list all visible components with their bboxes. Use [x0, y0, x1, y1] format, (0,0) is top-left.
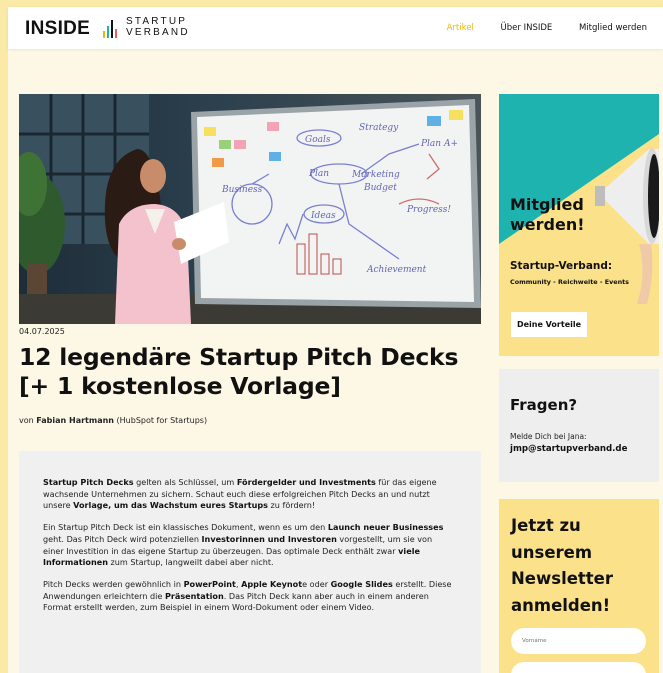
lastname-input[interactable] — [511, 662, 646, 673]
svg-text:Business: Business — [221, 185, 263, 195]
svg-text:Plan: Plan — [308, 169, 329, 179]
svg-text:Ideas: Ideas — [310, 211, 336, 221]
contact-text: Melde Dich bei Jana: jmp@startupverband.… — [510, 431, 627, 455]
logo-inside[interactable]: INSIDE — [25, 18, 90, 40]
logo-line2: VERBAND — [126, 27, 190, 38]
contact-email-link[interactable]: jmp@startupverband.de — [510, 443, 627, 455]
paragraph-text: Pitch Decks werden gewöhnlich in — [43, 578, 184, 589]
nav-ueber-inside[interactable]: Über INSIDE — [501, 23, 553, 33]
paragraph-text: Ein Startup Pitch Deck ist ein klassisch… — [43, 522, 328, 533]
logo-bars-icon — [103, 18, 119, 38]
article-title: 12 legendäre Startup Pitch Decks [+ 1 ko… — [19, 343, 459, 400]
bold-text: Launch neuer Businesses — [327, 522, 444, 533]
benefits-button[interactable]: Deine Vorteile — [511, 312, 587, 337]
svg-text:Progress!: Progress! — [406, 205, 451, 215]
logo-line1: STARTUP — [126, 16, 188, 27]
svg-text:Marketing: Marketing — [351, 170, 400, 180]
svg-text:Strategy: Strategy — [359, 123, 399, 133]
hero-image: Strategy Plan A+ Marketing Goals Plan Id… — [19, 94, 481, 324]
bold-text: Präsentation — [164, 590, 224, 601]
author-org: (HubSpot for Startups) — [113, 416, 208, 425]
bold-text: Investorinnen und Investoren — [201, 533, 337, 544]
bold-text: Apple Keynot — [241, 578, 303, 589]
article-byline: von Fabian Hartmann (HubSpot for Startup… — [19, 416, 207, 425]
paragraph-text: gelten als Schlüssel, um — [133, 477, 237, 487]
membership-tags: Community - Reichweite - Events — [510, 278, 629, 286]
paragraph-text: geht. Das Pitch Deck wird potenziellen — [43, 533, 202, 544]
article-paragraph: Ein Startup Pitch Deck ist ein klassisch… — [43, 522, 453, 569]
paragraph-text: zum Startup, langweilt dabei aber nicht. — [107, 557, 274, 568]
paragraph-text: zu fördern! — [267, 500, 316, 511]
nav-mitglied-werden[interactable]: Mitglied werden — [579, 23, 647, 33]
bold-text: Startup Pitch Decks — [43, 477, 134, 487]
bold-text: PowerPoint — [183, 578, 236, 589]
membership-banner[interactable]: Mitglied werden! Startup-Verband: Commun… — [499, 94, 659, 356]
main-nav: Artikel Über INSIDE Mitglied werden — [423, 23, 647, 33]
newsletter-title: Jetzt zu unserem Newsletter anmelden! — [511, 516, 614, 615]
svg-text:Budget: Budget — [363, 183, 397, 193]
article-paragraph: Startup Pitch Decks gelten als Schlüssel… — [43, 477, 453, 512]
article-date: 04.07.2025 — [19, 327, 65, 336]
contact-label: Melde Dich bei Jana: — [510, 432, 587, 441]
contact-title: Fragen? — [510, 396, 578, 414]
author-name[interactable]: Fabian Hartmann — [36, 416, 114, 425]
firstname-input[interactable] — [511, 628, 646, 654]
hero-illustration: Strategy Plan A+ Marketing Goals Plan Id… — [19, 94, 481, 324]
bold-text: Google Slides — [330, 578, 393, 589]
site-header: INSIDE STARTUP VERBAND Artikel Über INSI… — [8, 7, 663, 49]
bold-text: Fördergelder und Investments — [236, 477, 376, 487]
membership-subtitle: Startup-Verband: — [510, 260, 613, 272]
article-paragraph: Pitch Decks werden gewöhnlich in PowerPo… — [43, 579, 453, 614]
svg-text:Plan A+: Plan A+ — [420, 139, 458, 149]
logo-wordmark[interactable]: STARTUP VERBAND — [126, 16, 190, 38]
contact-box: Fragen? Melde Dich bei Jana: jmp@startup… — [499, 369, 659, 482]
nav-artikel[interactable]: Artikel — [447, 23, 474, 33]
byline-prefix: von — [19, 416, 37, 425]
bold-text: Vorlage, um das Wachstum eures Startups — [73, 500, 268, 511]
article-body: Startup Pitch Decks gelten als Schlüssel… — [19, 451, 481, 673]
svg-text:Goals: Goals — [305, 135, 331, 145]
svg-text:Achievement: Achievement — [366, 265, 427, 275]
paragraph-text: e oder — [302, 578, 331, 589]
membership-title: Mitglied werden! — [510, 195, 585, 234]
newsletter-box: Jetzt zu unserem Newsletter anmelden! — [499, 499, 659, 673]
